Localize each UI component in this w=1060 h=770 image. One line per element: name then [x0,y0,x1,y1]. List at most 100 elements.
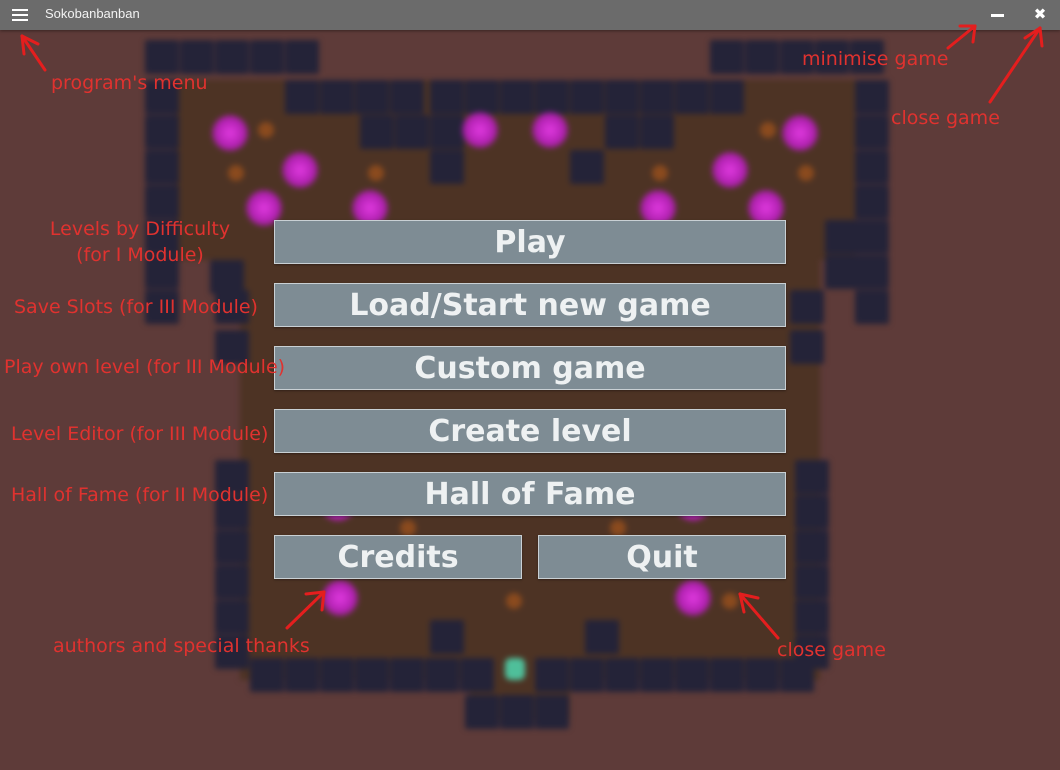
wall-tile [795,565,829,599]
wall-tile [640,115,674,149]
wall-tile [745,40,779,74]
player-character [505,658,525,680]
wall-tile [390,658,424,692]
orb-box [712,152,748,188]
orb-box [462,112,498,148]
wall-tile [250,658,284,692]
wall-tile [285,40,319,74]
annotation-authors: authors and special thanks [53,635,310,657]
wall-tile [465,695,499,729]
wall-tile [825,255,859,289]
orb-box [782,115,818,151]
target-spot [722,593,738,609]
target-spot [400,520,416,536]
wall-tile [145,150,179,184]
target-spot [798,165,814,181]
target-spot [228,165,244,181]
wall-tile [535,658,569,692]
wall-tile [605,115,639,149]
wall-tile [570,658,604,692]
background-level [0,30,1060,770]
wall-tile [430,115,464,149]
load-start-new-game-button[interactable]: Load/Start new game [274,283,786,327]
wall-tile [640,658,674,692]
wall-tile [285,658,319,692]
wall-tile [855,255,889,289]
wall-tile [215,530,249,564]
orb-box [322,580,358,616]
blurred-sokoban-map [0,30,1060,770]
wall-tile [535,80,569,114]
wall-tile [285,80,319,114]
wall-tile [795,530,829,564]
wall-tile [855,115,889,149]
annotation-close-top: close game [891,107,1000,129]
target-spot [506,593,522,609]
wall-tile [500,80,534,114]
wall-tile [500,695,534,729]
wall-tile [320,658,354,692]
wall-tile [320,80,354,114]
wall-tile [180,40,214,74]
wall-tile [250,40,284,74]
annotation-levels-line1: Levels by Difficulty [49,218,231,240]
wall-tile [355,658,389,692]
wall-tile [855,185,889,219]
hamburger-menu-icon[interactable] [12,7,28,23]
annotation-level-editor: Level Editor (for III Module) [11,423,269,445]
annotation-hall-of-fame: Hall of Fame (for II Module) [11,484,269,506]
wall-tile [605,80,639,114]
hall-of-fame-button[interactable]: Hall of Fame [274,472,786,516]
orb-box [212,115,248,151]
wall-tile [675,658,709,692]
play-button[interactable]: Play [274,220,786,264]
wall-tile [215,600,249,634]
annotation-save-slots: Save Slots (for III Module) [14,296,258,318]
wall-tile [605,658,639,692]
close-icon[interactable]: ✖ [1031,5,1049,23]
annotation-close-bottom: close game [777,639,886,661]
wall-tile [855,290,889,324]
wall-tile [145,40,179,74]
window-title: Sokobanbanban [45,6,140,21]
wall-tile [460,658,494,692]
target-spot [368,165,384,181]
wall-tile [215,565,249,599]
credits-button[interactable]: Credits [274,535,522,579]
annotation-programs-menu: program's menu [51,72,208,94]
wall-tile [780,658,814,692]
wall-tile [425,658,459,692]
wall-tile [570,150,604,184]
wall-tile [640,80,674,114]
minimize-icon[interactable] [990,7,1006,23]
wall-tile [745,658,779,692]
wall-tile [465,80,499,114]
wall-tile [570,80,604,114]
wall-tile [535,695,569,729]
wall-tile [710,40,744,74]
wall-tile [795,495,829,529]
wall-tile [360,115,394,149]
wall-tile [795,460,829,494]
target-spot [258,122,274,138]
wall-tile [145,185,179,219]
wall-tile [825,220,859,254]
quit-button[interactable]: Quit [538,535,786,579]
wall-tile [855,80,889,114]
target-spot [652,165,668,181]
wall-tile [795,600,829,634]
wall-tile [145,115,179,149]
wall-tile [675,80,709,114]
target-spot [610,520,626,536]
wall-tile [215,40,249,74]
custom-game-button[interactable]: Custom game [274,346,786,390]
create-level-button[interactable]: Create level [274,409,786,453]
annotation-levels-by-difficulty: Levels by Difficulty (for I Module) [40,216,240,268]
wall-tile [430,80,464,114]
annotation-play-own-level: Play own level (for III Module) [4,356,286,378]
orb-box [675,580,711,616]
wall-tile [855,150,889,184]
wall-tile [430,150,464,184]
annotation-minimise: minimise game [802,48,949,70]
wall-tile [390,80,424,114]
